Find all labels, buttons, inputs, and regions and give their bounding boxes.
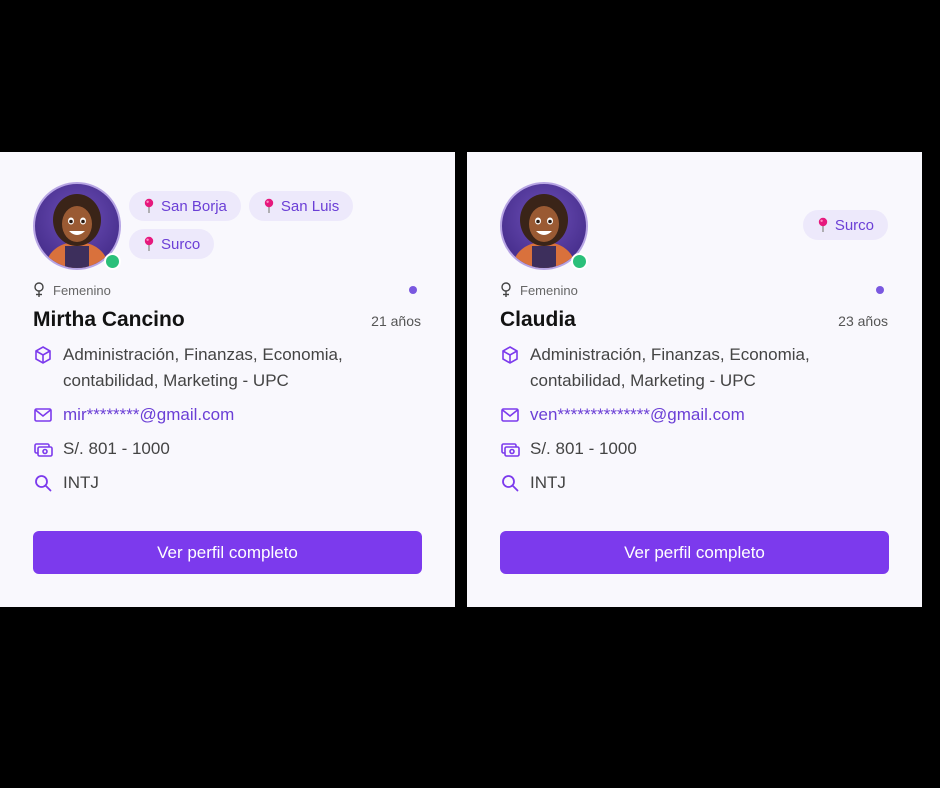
location-tag: San Borja bbox=[129, 191, 241, 221]
status-dot bbox=[409, 286, 417, 294]
avatar bbox=[33, 182, 121, 270]
email-text: ven**************@gmail.com bbox=[530, 405, 745, 424]
pin-icon bbox=[144, 236, 154, 251]
personality-text: INTJ bbox=[63, 473, 99, 492]
mail-icon bbox=[34, 408, 52, 422]
gender-label: Femenino bbox=[53, 282, 111, 298]
view-profile-button[interactable]: Ver perfil completo bbox=[500, 531, 889, 574]
view-profile-button[interactable]: Ver perfil completo bbox=[33, 531, 422, 574]
career-text: Administración, Finanzas, Economia, cont… bbox=[63, 345, 343, 390]
money-icon bbox=[501, 443, 520, 457]
location-label: San Luis bbox=[280, 197, 340, 215]
career-text: Administración, Finanzas, Economia, cont… bbox=[530, 345, 810, 390]
search-icon bbox=[502, 475, 519, 492]
salary-text: S/. 801 - 1000 bbox=[63, 439, 170, 458]
profile-card: Surco Femenino Claudia 23 años Administr… bbox=[467, 152, 922, 607]
female-icon bbox=[501, 282, 511, 297]
location-tag: Surco bbox=[129, 229, 215, 259]
mail-icon bbox=[501, 408, 519, 422]
pin-icon bbox=[264, 198, 274, 213]
cube-icon bbox=[35, 346, 51, 364]
online-indicator bbox=[571, 253, 588, 270]
cube-icon bbox=[502, 346, 518, 364]
location-label: Surco bbox=[161, 235, 201, 253]
female-icon bbox=[34, 282, 44, 297]
profile-age: 23 años bbox=[838, 313, 888, 329]
online-indicator bbox=[104, 253, 121, 270]
status-dot bbox=[876, 286, 884, 294]
email-text: mir********@gmail.com bbox=[63, 405, 235, 424]
personality-text: INTJ bbox=[530, 473, 566, 492]
profile-name: Claudia bbox=[500, 308, 576, 331]
money-icon bbox=[34, 443, 53, 457]
location-label: San Borja bbox=[161, 197, 227, 215]
avatar bbox=[500, 182, 588, 270]
profile-age: 21 años bbox=[371, 313, 421, 329]
location-tag: San Luis bbox=[248, 191, 354, 221]
location-tag: Surco bbox=[802, 210, 888, 240]
pin-icon bbox=[144, 198, 154, 213]
search-icon bbox=[35, 475, 52, 492]
gender-label: Femenino bbox=[520, 282, 578, 298]
location-label: Surco bbox=[834, 216, 874, 234]
profile-card: San Borja San Luis Surco Femenino Mirtha… bbox=[0, 152, 455, 607]
pin-icon bbox=[818, 217, 828, 232]
profile-name: Mirtha Cancino bbox=[33, 308, 185, 331]
salary-text: S/. 801 - 1000 bbox=[530, 439, 637, 458]
